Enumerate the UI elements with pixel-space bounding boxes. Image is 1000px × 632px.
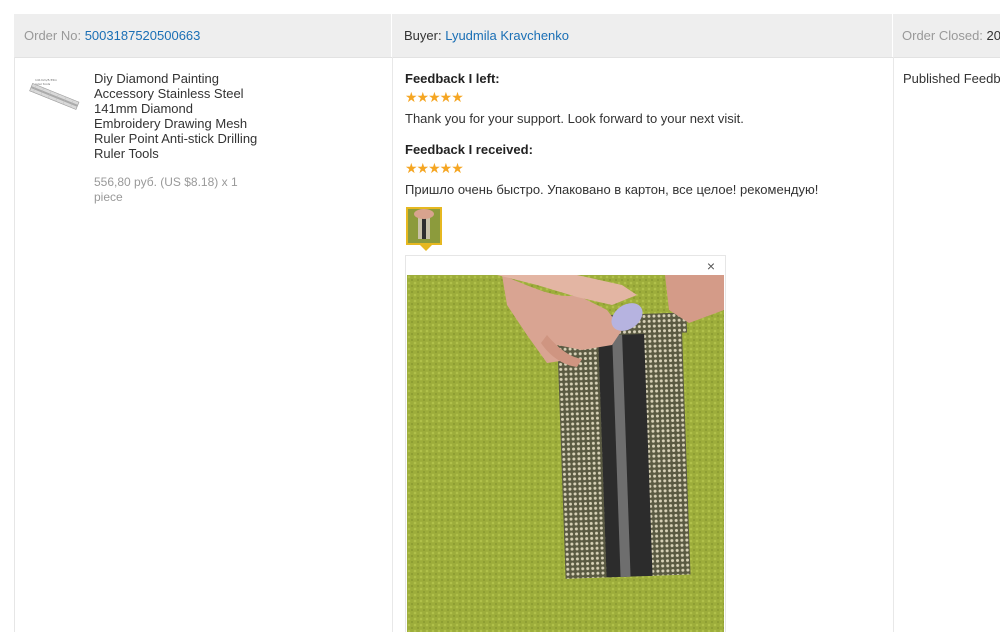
order-number-link[interactable]: 5003187520500663 xyxy=(85,28,201,43)
photo-preview-panel: × xyxy=(405,255,726,632)
published-feedback-status: Published Feedba xyxy=(903,71,1000,86)
order-number-cell: Order No: 5003187520500663 xyxy=(24,14,200,57)
close-icon[interactable]: × xyxy=(707,258,715,274)
ruler-product-image[interactable]: 141mm/5.55in ruler tools xyxy=(25,73,81,117)
order-closed-cell: Order Closed: 20 xyxy=(902,14,1000,57)
buyer-label: Buyer: xyxy=(404,28,442,43)
feedback-left-text: Thank you for your support. Look forward… xyxy=(405,111,744,126)
order-closed-label: Order Closed: xyxy=(902,28,983,43)
feedback-left-section: Feedback I left: ★★★★★ Thank you for you… xyxy=(405,71,744,126)
order-closed-value: 20 xyxy=(986,28,1000,43)
feedback-left-label: Feedback I left: xyxy=(405,71,500,86)
column-divider xyxy=(392,57,393,632)
buyer-cell: Buyer: Lyudmila Kravchenko xyxy=(404,14,569,57)
feedback-photo-thumbnail[interactable] xyxy=(406,207,442,245)
feedback-received-text: Пришло очень быстро. Упаковано в картон,… xyxy=(405,182,819,197)
buyer-name-link[interactable]: Lyudmila Kravchenko xyxy=(445,28,569,43)
feedback-left-stars: ★★★★★ xyxy=(405,89,464,105)
order-number-label: Order No: xyxy=(24,28,82,43)
top-spacer xyxy=(0,0,1000,14)
feedback-received-label: Feedback I received: xyxy=(405,142,533,157)
thumbnail-pointer xyxy=(420,245,432,251)
order-row: 141mm/5.55in ruler tools Diy Diamond Pai… xyxy=(14,57,1000,632)
product-title[interactable]: Diy Diamond Painting Accessory Stainless… xyxy=(94,71,259,161)
order-header: Order No: 5003187520500663 Buyer: Lyudmi… xyxy=(14,14,1000,58)
column-divider xyxy=(893,57,894,632)
feedback-received-stars: ★★★★★ xyxy=(405,160,464,176)
feedback-photo xyxy=(407,275,724,632)
feedback-received-section: Feedback I received: ★★★★★ Пришло очень … xyxy=(405,142,818,197)
product-price: 556,80 руб. (US $8.18) x 1 piece xyxy=(94,175,238,204)
header-divider xyxy=(391,14,392,57)
order-feedback-page: Order No: 5003187520500663 Buyer: Lyudmi… xyxy=(0,0,1000,632)
header-divider xyxy=(892,14,893,57)
